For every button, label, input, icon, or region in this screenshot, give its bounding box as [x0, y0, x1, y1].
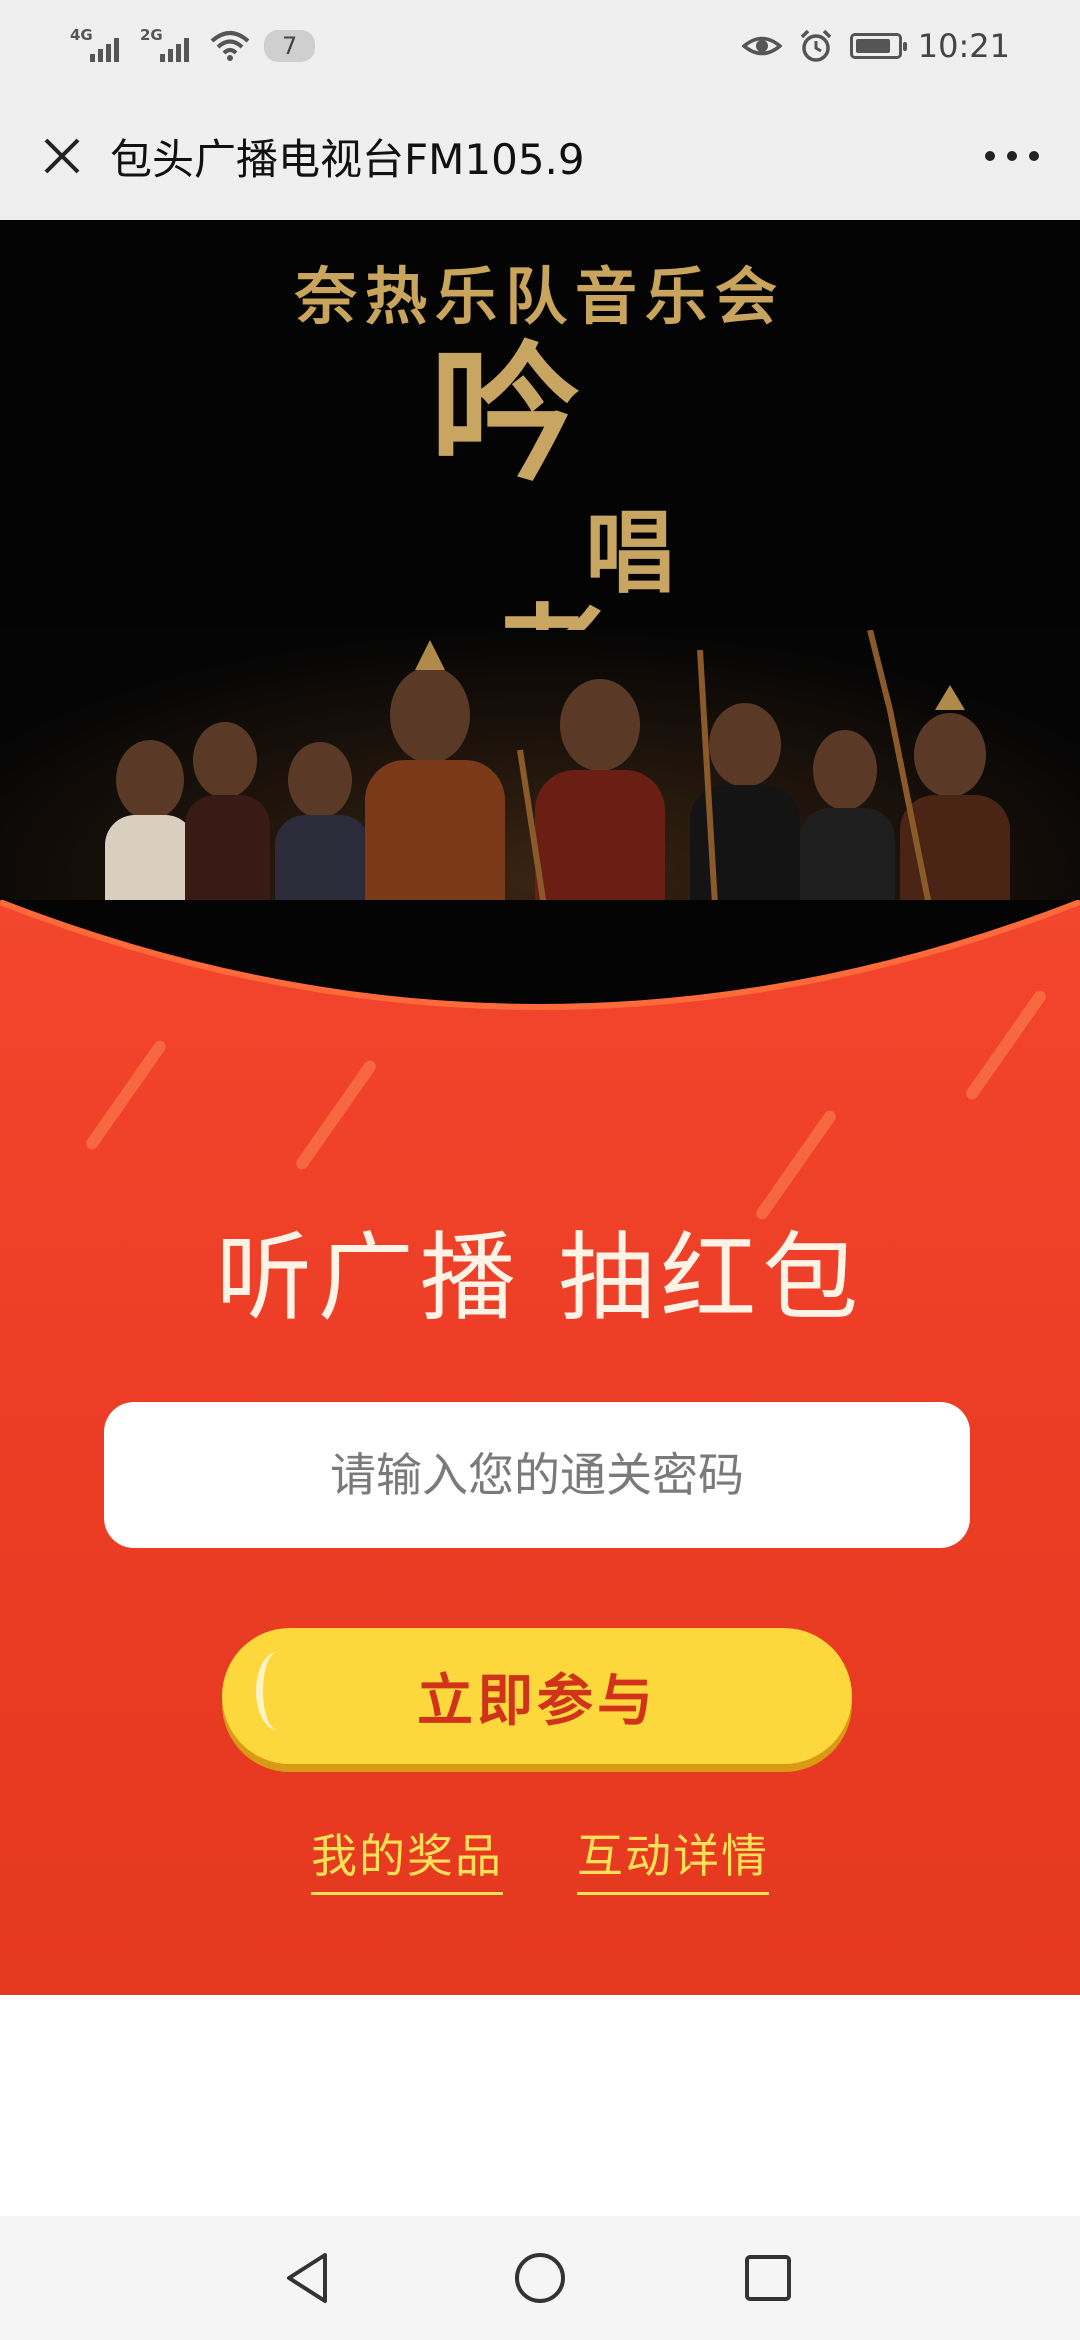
passcode-input[interactable]	[104, 1402, 970, 1548]
title-bar: 包头广播电视台FM105.9	[0, 92, 1080, 220]
system-nav-bar	[0, 2216, 1080, 2340]
panel-curve	[0, 900, 1080, 1010]
status-bar: 4G 2G 7 10:21	[0, 0, 1080, 92]
join-button-label: 立即参与	[417, 1668, 657, 1734]
panel-links: 我的奖品 互动详情	[0, 1820, 1080, 1895]
back-triangle-icon	[287, 2253, 327, 2303]
button-shine	[256, 1652, 299, 1730]
my-prizes-link[interactable]: 我的奖品	[311, 1820, 503, 1895]
join-button[interactable]: 立即参与	[222, 1628, 852, 1764]
status-right: 10:21	[741, 22, 1010, 70]
back-button[interactable]	[276, 2246, 340, 2310]
more-button[interactable]	[972, 124, 1052, 188]
close-button[interactable]	[30, 124, 94, 188]
panel-headline: 听广播 抽红包	[215, 1222, 865, 1334]
wifi-icon	[210, 31, 250, 61]
banner-title-char-1: 吟	[430, 327, 581, 503]
eye-icon	[741, 36, 782, 56]
home-circle-icon	[515, 2253, 565, 2303]
signal-icon: 4G	[70, 26, 126, 66]
banner-subtitle: 奈热乐队音乐会	[294, 260, 785, 333]
lottery-panel: 听广播 抽红包 立即参与 我的奖品 互动详情	[0, 900, 1080, 1995]
notification-badge: 7	[264, 30, 316, 62]
status-left: 4G 2G 7	[70, 24, 316, 68]
decor-streak	[83, 1038, 169, 1152]
recents-button[interactable]	[736, 2246, 800, 2310]
signal-icon-2: 2G	[140, 26, 196, 66]
more-icon	[985, 151, 1039, 161]
home-button[interactable]	[508, 2246, 572, 2310]
close-icon	[44, 138, 80, 174]
battery-icon	[849, 33, 907, 59]
clock: 10:21	[917, 27, 1010, 65]
page-title: 包头广播电视台FM105.9	[110, 135, 585, 184]
interaction-details-link[interactable]: 互动详情	[577, 1820, 769, 1895]
decor-streak	[293, 1058, 379, 1172]
recents-square-icon	[745, 2255, 791, 2301]
alarm-icon	[800, 29, 832, 62]
